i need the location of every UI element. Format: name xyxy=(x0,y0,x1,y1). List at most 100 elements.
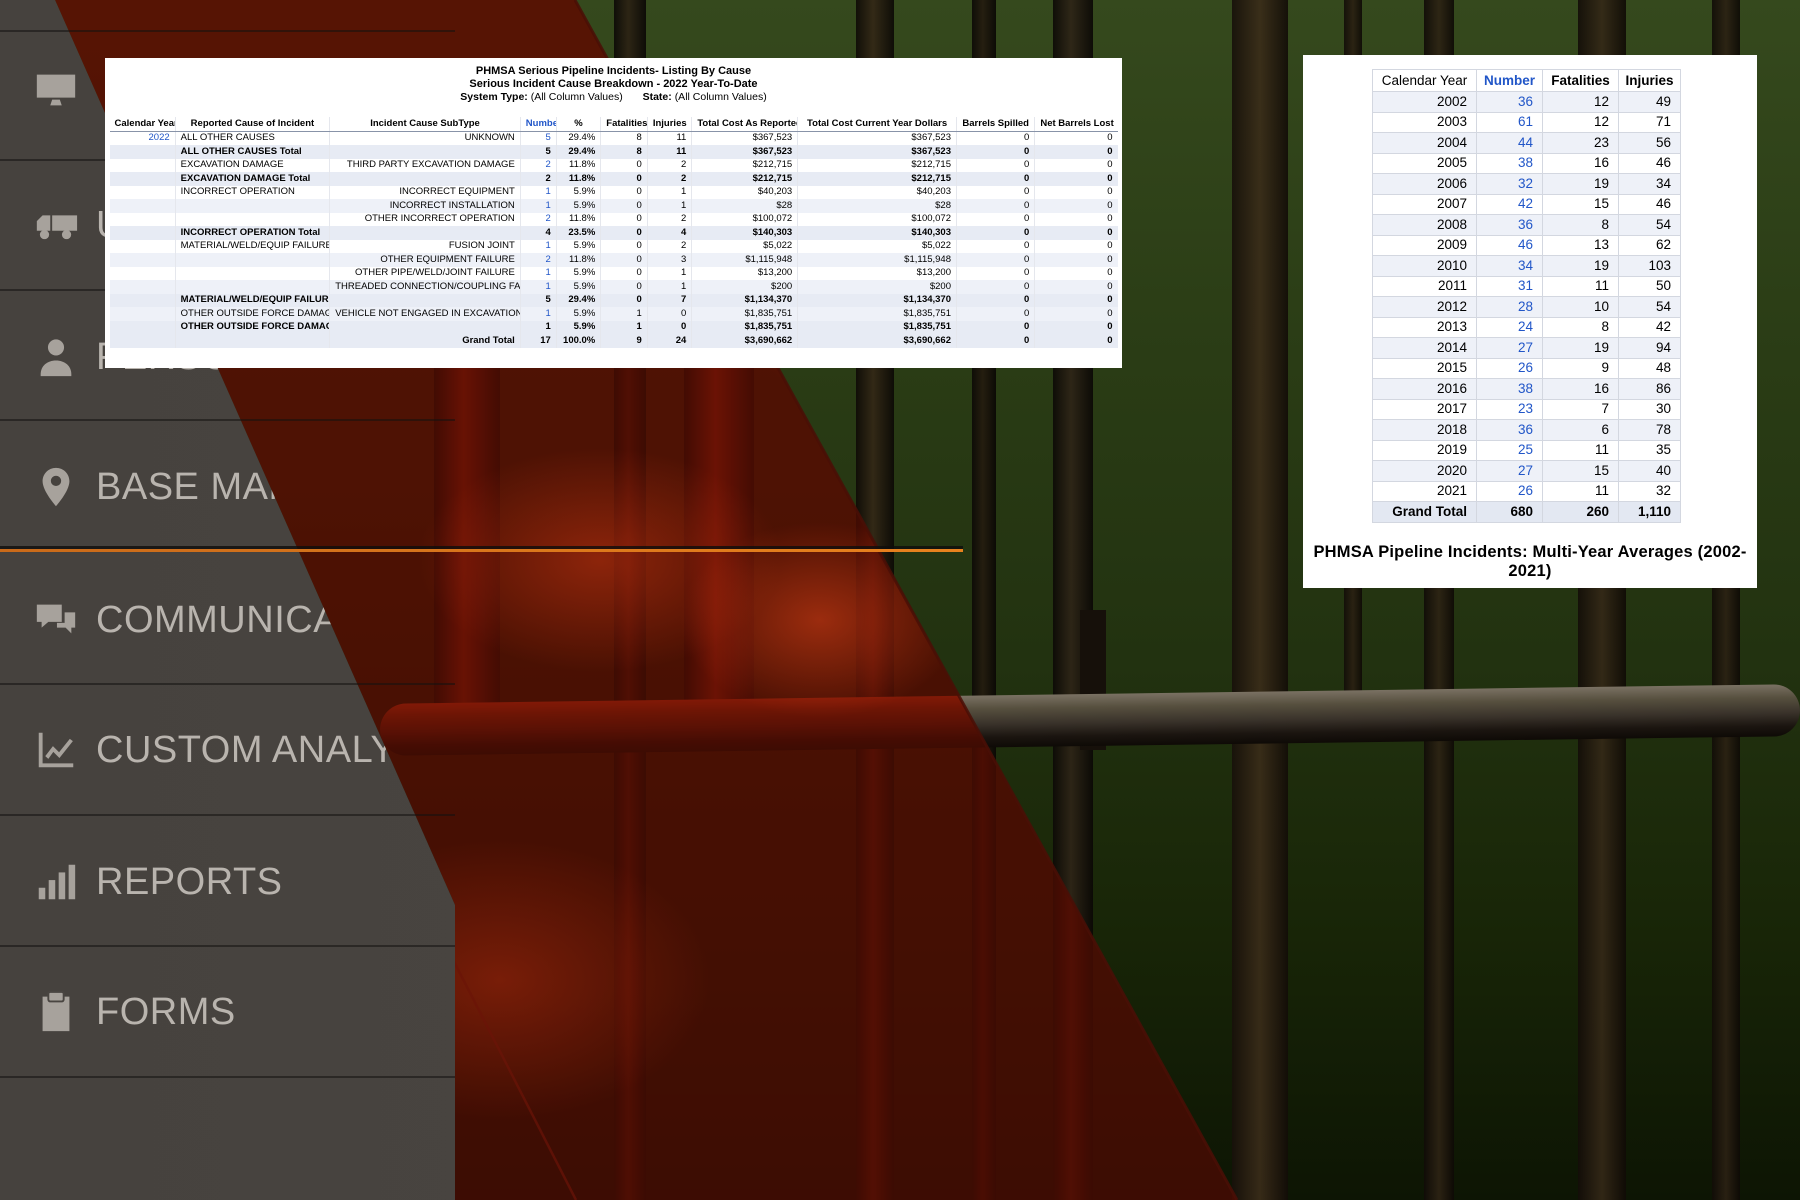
table-cell: 5.9% xyxy=(556,199,600,213)
table-cell: $28 xyxy=(798,199,957,213)
table-cell: THREADED CONNECTION/COUPLING FAILURE xyxy=(330,280,521,294)
table-cell: 0 xyxy=(601,159,648,173)
table-cell: 0 xyxy=(1035,294,1118,308)
value-link[interactable]: 26 xyxy=(1477,358,1543,379)
value-link[interactable]: 31 xyxy=(1477,276,1543,297)
value-link[interactable]: 38 xyxy=(1477,379,1543,400)
table-cell: 94 xyxy=(1619,338,1681,359)
table-cell: 5.9% xyxy=(556,267,600,281)
value-link[interactable]: 36 xyxy=(1477,92,1543,113)
value-link[interactable]: 27 xyxy=(1477,338,1543,359)
table-row: INCORRECT OPERATION Total423.5%04$140,30… xyxy=(110,226,1118,240)
value-link[interactable]: 34 xyxy=(1477,256,1543,277)
table-cell xyxy=(330,294,521,308)
table-cell: 7 xyxy=(1543,399,1619,420)
value-link[interactable]: 25 xyxy=(1477,440,1543,461)
table-cell xyxy=(110,294,176,308)
table-cell: 2010 xyxy=(1373,256,1477,277)
table-cell: UNKNOWN xyxy=(330,131,521,145)
table-cell: 5 xyxy=(520,145,556,159)
table-cell: 0 xyxy=(1035,267,1118,281)
yearly-incidents-table: Calendar YearNumberFatalitiesInjuries 20… xyxy=(1372,69,1681,523)
value-link[interactable]: 42 xyxy=(1477,194,1543,215)
table-cell: 16 xyxy=(1543,379,1619,400)
table-cell: 0 xyxy=(647,307,691,321)
value-link[interactable]: 26 xyxy=(1477,481,1543,502)
table-header-row: Calendar YearNumberFatalitiesInjuries xyxy=(1373,70,1681,92)
value-link[interactable]: 36 xyxy=(1477,215,1543,236)
table-cell: $5,022 xyxy=(692,240,798,254)
table-cell: INCORRECT OPERATION xyxy=(175,186,330,200)
value-link[interactable]: 24 xyxy=(1477,317,1543,338)
value-link[interactable]: 23 xyxy=(1477,399,1543,420)
table-cell: EXCAVATION DAMAGE Total xyxy=(175,172,330,186)
table-cell: 1,110 xyxy=(1619,502,1681,523)
table-row: 2014271994 xyxy=(1373,338,1681,359)
table-cell: 86 xyxy=(1619,379,1681,400)
table-cell: 0 xyxy=(1035,334,1118,348)
table-cell xyxy=(110,226,176,240)
column-header: Reported Cause of Incident xyxy=(175,117,330,131)
value-link[interactable]: 36 xyxy=(1477,420,1543,441)
value-link[interactable]: 32 xyxy=(1477,174,1543,195)
value-link[interactable]: 1 xyxy=(520,307,556,321)
table-cell: 0 xyxy=(957,294,1035,308)
table-cell: 11 xyxy=(1543,276,1619,297)
table-cell: MATERIAL/WELD/EQUIP FAILURE xyxy=(175,240,330,254)
value-link[interactable]: 61 xyxy=(1477,112,1543,133)
table-cell: 0 xyxy=(601,186,648,200)
table-cell: 2 xyxy=(647,213,691,227)
table-cell: 40 xyxy=(1619,461,1681,482)
table-cell: 0 xyxy=(1035,240,1118,254)
table-header-row: Calendar YearReported Cause of IncidentI… xyxy=(110,117,1118,131)
report-filters: System Type: (All Column Values) State: … xyxy=(105,91,1122,104)
value-link[interactable]: 2 xyxy=(520,253,556,267)
value-link[interactable]: 1 xyxy=(520,267,556,281)
table-cell: 0 xyxy=(957,267,1035,281)
sidebar-divider xyxy=(0,814,455,816)
table-cell: 2014 xyxy=(1373,338,1477,359)
table-cell: 2019 xyxy=(1373,440,1477,461)
value-link[interactable]: 46 xyxy=(1477,235,1543,256)
table-cell: 62 xyxy=(1619,235,1681,256)
table-cell: 9 xyxy=(601,334,648,348)
value-link[interactable]: 2 xyxy=(520,159,556,173)
value-link[interactable]: 38 xyxy=(1477,153,1543,174)
value-link[interactable]: 1 xyxy=(520,280,556,294)
value-link[interactable]: 2022 xyxy=(110,131,176,145)
table-cell: 11.8% xyxy=(556,172,600,186)
table-cell: 0 xyxy=(1035,226,1118,240)
value-link[interactable]: 1 xyxy=(520,186,556,200)
table-cell: 1 xyxy=(647,199,691,213)
table-row: 2006321934 xyxy=(1373,174,1681,195)
table-cell: $212,715 xyxy=(798,159,957,173)
table-row: 2020271540 xyxy=(1373,461,1681,482)
system-type-label: System Type: xyxy=(460,91,528,103)
value-link[interactable]: 28 xyxy=(1477,297,1543,318)
table-cell: 1 xyxy=(601,307,648,321)
table-cell xyxy=(175,253,330,267)
table-cell: 0 xyxy=(1035,172,1118,186)
table-cell: 0 xyxy=(601,253,648,267)
table-cell xyxy=(330,172,521,186)
table-row: 2011311150 xyxy=(1373,276,1681,297)
table-cell: 0 xyxy=(601,294,648,308)
value-link[interactable]: 44 xyxy=(1477,133,1543,154)
table-cell: $100,072 xyxy=(692,213,798,227)
column-header: Total Cost Current Year Dollars xyxy=(798,117,957,131)
table-cell xyxy=(330,226,521,240)
value-link[interactable]: 5 xyxy=(520,131,556,145)
table-cell: 0 xyxy=(957,307,1035,321)
table-row: 2005381646 xyxy=(1373,153,1681,174)
table-cell: INCORRECT OPERATION Total xyxy=(175,226,330,240)
table-cell: 2003 xyxy=(1373,112,1477,133)
table-cell: $200 xyxy=(692,280,798,294)
value-link[interactable]: 1 xyxy=(520,199,556,213)
table-cell: 0 xyxy=(1035,199,1118,213)
value-link[interactable]: 27 xyxy=(1477,461,1543,482)
value-link[interactable]: 1 xyxy=(520,240,556,254)
table-cell: 5.9% xyxy=(556,186,600,200)
table-row: EXCAVATION DAMAGE Total211.8%02$212,715$… xyxy=(110,172,1118,186)
table-cell: 2011 xyxy=(1373,276,1477,297)
value-link[interactable]: 2 xyxy=(520,213,556,227)
